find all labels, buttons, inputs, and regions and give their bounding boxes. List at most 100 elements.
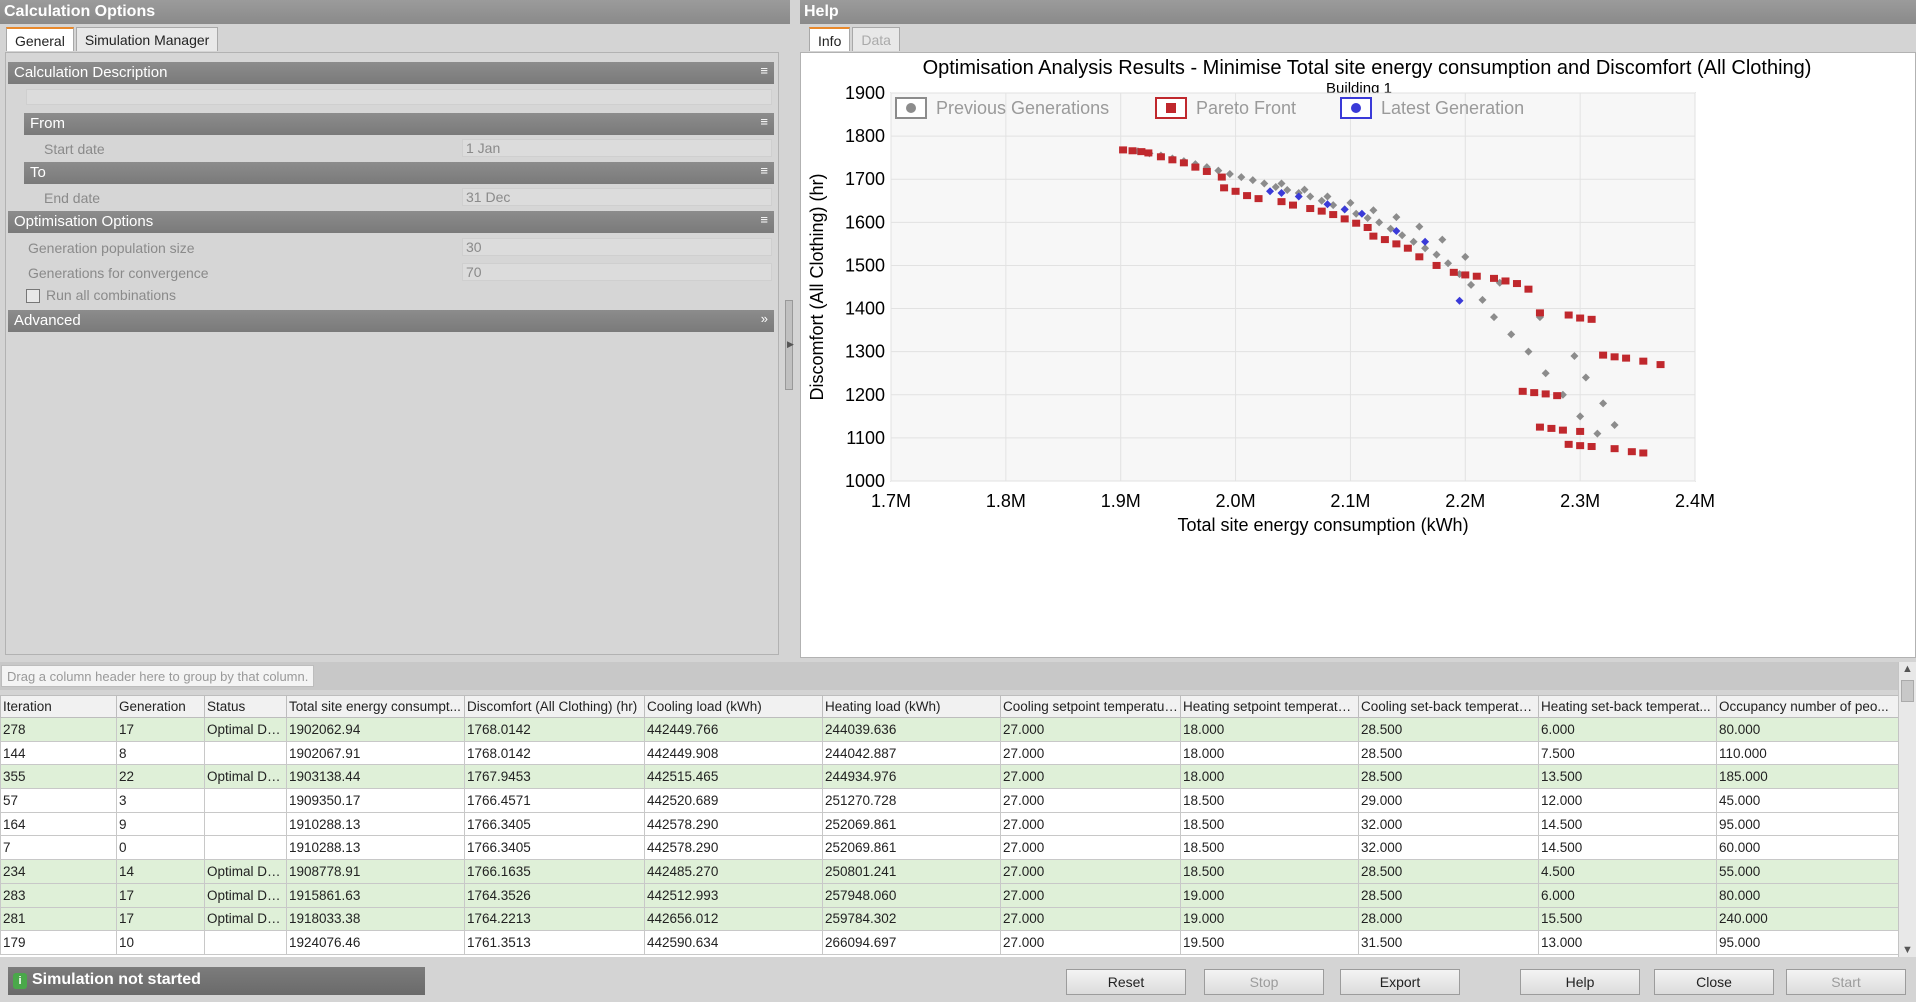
table-cell[interactable]: 266094.697	[822, 930, 1001, 955]
table-cell[interactable]: 110.000	[1716, 740, 1898, 766]
table-row[interactable]: 144 8 1902067.91 1768.0142 442449.908 244042.…	[0, 740, 1898, 766]
tab-info[interactable]: Info	[809, 27, 851, 51]
table-cell[interactable]: 442520.689	[644, 788, 823, 813]
table-cell[interactable]: 28.500	[1358, 740, 1539, 766]
table-cell[interactable]: 18.000	[1180, 717, 1359, 742]
table-cell[interactable]: 28.500	[1358, 717, 1539, 742]
table-cell[interactable]	[204, 740, 287, 766]
table-row[interactable]: 57 3 1909350.17 1766.4571 442520.689 251270.7…	[0, 788, 1898, 813]
table-cell[interactable]: 32.000	[1358, 811, 1539, 837]
table-cell[interactable]: 27.000	[1000, 788, 1181, 813]
table-cell[interactable]: 1768.0142	[464, 740, 645, 766]
column-header[interactable]: Total site energy consumpt...	[286, 695, 465, 718]
table-cell[interactable]: 27.000	[1000, 835, 1181, 861]
table-cell[interactable]: Optimal De...	[204, 764, 287, 790]
table-cell[interactable]: 27.000	[1000, 906, 1181, 932]
table-cell[interactable]: 3	[116, 788, 205, 813]
table-cell[interactable]: 22	[116, 764, 205, 790]
table-cell[interactable]: 32.000	[1358, 835, 1539, 861]
table-cell[interactable]: Optimal De...	[204, 717, 287, 742]
table-cell[interactable]: 27.000	[1000, 717, 1181, 742]
table-cell[interactable]: 442656.012	[644, 906, 823, 932]
table-cell[interactable]: 234	[0, 859, 117, 884]
column-header[interactable]: Cooling setpoint temperatur...	[1000, 695, 1181, 718]
table-cell[interactable]: 45.000	[1716, 788, 1898, 813]
table-cell[interactable]: 14.500	[1538, 811, 1717, 837]
column-header[interactable]: Cooling set-back temperatu...	[1358, 695, 1539, 718]
table-cell[interactable]: 1902062.94	[286, 717, 465, 742]
table-cell[interactable]: 17	[116, 882, 205, 908]
table-cell[interactable]: 442578.290	[644, 811, 823, 837]
table-cell[interactable]: 29.000	[1358, 788, 1539, 813]
grid-vertical-scrollbar[interactable]: ▲ ▼	[1898, 662, 1916, 957]
column-header[interactable]: Heating set-back temperat...	[1538, 695, 1717, 718]
table-cell[interactable]	[204, 835, 287, 861]
table-row[interactable]: 234 14 Optimal De... 1908778.91 1766.1635 442…	[0, 859, 1898, 884]
table-cell[interactable]: 27.000	[1000, 740, 1181, 766]
table-cell[interactable]: 80.000	[1716, 882, 1898, 908]
table-cell[interactable]: 240.000	[1716, 906, 1898, 932]
table-cell[interactable]: 442512.993	[644, 882, 823, 908]
table-cell[interactable]: 179	[0, 930, 117, 955]
section-calculation-description[interactable]: Calculation Description ≡	[8, 62, 774, 84]
expand-chevron-icon[interactable]: »	[761, 311, 768, 326]
table-cell[interactable]: 1766.3405	[464, 835, 645, 861]
table-cell[interactable]	[204, 811, 287, 837]
table-cell[interactable]: 1761.3513	[464, 930, 645, 955]
table-cell[interactable]: 1915861.63	[286, 882, 465, 908]
table-row[interactable]: 281 17 Optimal De... 1918033.38 1764.2213 442…	[0, 906, 1898, 932]
table-cell[interactable]: 28.500	[1358, 859, 1539, 884]
run-all-combinations-checkbox[interactable]	[26, 289, 40, 303]
scrollbar-thumb[interactable]	[1901, 680, 1914, 702]
section-from[interactable]: From ≡	[24, 113, 774, 135]
export-button[interactable]: Export	[1340, 969, 1460, 995]
table-cell[interactable]: 1903138.44	[286, 764, 465, 790]
column-header[interactable]: Heating setpoint temperatu...	[1180, 695, 1359, 718]
table-cell[interactable]: 7	[0, 835, 117, 861]
table-cell[interactable]: 19.500	[1180, 930, 1359, 955]
table-cell[interactable]: 442485.270	[644, 859, 823, 884]
table-row[interactable]: 283 17 Optimal De... 1915861.63 1764.3526 442…	[0, 882, 1898, 908]
table-cell[interactable]: 6.000	[1538, 717, 1717, 742]
tab-data[interactable]: Data	[852, 27, 900, 51]
column-header[interactable]: Discomfort (All Clothing) (hr)	[464, 695, 645, 718]
table-cell[interactable]: 442578.290	[644, 835, 823, 861]
table-cell[interactable]: 18.500	[1180, 788, 1359, 813]
table-cell[interactable]: 8	[116, 740, 205, 766]
table-cell[interactable]: 257948.060	[822, 882, 1001, 908]
collapse-chevron-icon[interactable]: ≡	[760, 212, 768, 227]
collapse-chevron-icon[interactable]: ≡	[760, 63, 768, 78]
table-cell[interactable]: Optimal De...	[204, 859, 287, 884]
table-cell[interactable]: 1766.1635	[464, 859, 645, 884]
table-cell[interactable]: 18.500	[1180, 811, 1359, 837]
start-button[interactable]: Start	[1786, 969, 1906, 995]
table-cell[interactable]: 244042.887	[822, 740, 1001, 766]
table-cell[interactable]: 19.000	[1180, 882, 1359, 908]
table-cell[interactable]: 1924076.46	[286, 930, 465, 955]
table-row[interactable]: 278 17 Optimal De... 1902062.94 1768.0142 442…	[0, 717, 1898, 742]
table-cell[interactable]: 27.000	[1000, 882, 1181, 908]
table-cell[interactable]: 18.000	[1180, 740, 1359, 766]
table-cell[interactable]: 28.000	[1358, 906, 1539, 932]
table-cell[interactable]: 27.000	[1000, 764, 1181, 790]
table-cell[interactable]: 1902067.91	[286, 740, 465, 766]
table-cell[interactable]: 442449.766	[644, 717, 823, 742]
scroll-up-arrow-icon[interactable]: ▲	[1902, 663, 1913, 675]
generations-convergence-field[interactable]: 70	[462, 263, 772, 281]
table-row[interactable]: 7 0 1910288.13 1766.3405 442578.290 252069.86…	[0, 835, 1898, 861]
table-cell[interactable]: 1764.3526	[464, 882, 645, 908]
table-cell[interactable]: 17	[116, 717, 205, 742]
table-cell[interactable]: 250801.241	[822, 859, 1001, 884]
table-cell[interactable]: 14.500	[1538, 835, 1717, 861]
close-button[interactable]: Close	[1654, 969, 1774, 995]
group-by-bar[interactable]: Drag a column header here to group by th…	[0, 662, 1900, 690]
table-cell[interactable]: 442590.634	[644, 930, 823, 955]
table-cell[interactable]: 19.000	[1180, 906, 1359, 932]
table-cell[interactable]: 1910288.13	[286, 835, 465, 861]
table-cell[interactable]: 95.000	[1716, 811, 1898, 837]
table-cell[interactable]: 244039.636	[822, 717, 1001, 742]
collapse-chevron-icon[interactable]: ≡	[760, 163, 768, 178]
table-cell[interactable]: 13.000	[1538, 930, 1717, 955]
population-size-field[interactable]: 30	[462, 238, 772, 256]
table-cell[interactable]: 1768.0142	[464, 717, 645, 742]
